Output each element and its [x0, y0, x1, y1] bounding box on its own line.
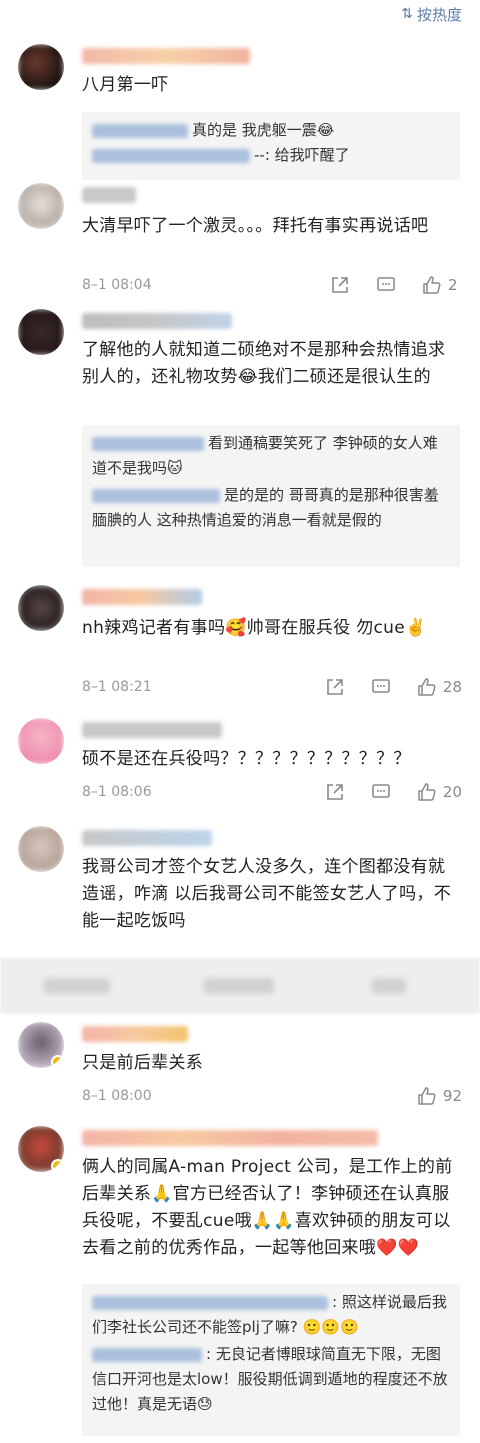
reply-item: : 无良记者博眼球简直无下限，无图信口开河也是太low！服役期低调到遁地的程度还…: [92, 1342, 450, 1417]
sort-toggle[interactable]: ⇅ 按热度: [0, 0, 480, 28]
reply-box[interactable]: 看到通稿要笑死了 李钟硕的女人难道不是我吗🐱 是的是的 哥哥真的是那种很害羞腼腆…: [82, 425, 460, 567]
comment-icon[interactable]: [371, 677, 391, 697]
reply-username-blurred: [92, 148, 250, 163]
reply-box[interactable]: 真的是 我虎躯一震😂 --: 给我吓醒了: [82, 112, 460, 180]
reply-box[interactable]: : 照这样说最后我们李社长公司还不能签plj了嘛? 🙂🙂🙂 : 无良记者博眼球简…: [82, 1284, 460, 1436]
avatar[interactable]: [18, 1022, 64, 1068]
verified-badge-icon: [51, 1055, 64, 1068]
comment-text: 八月第一吓: [82, 75, 169, 95]
username-blurred[interactable]: [82, 313, 232, 329]
like-icon[interactable]: [417, 782, 437, 802]
share-icon[interactable]: [330, 275, 350, 295]
avatar[interactable]: [18, 585, 64, 631]
reply-item: --: 给我吓醒了: [92, 143, 450, 168]
reply-item: 真的是 我虎躯一震😂: [92, 118, 450, 143]
like-count: 92: [442, 1087, 462, 1105]
verified-badge-icon: [51, 1159, 64, 1172]
comment-icon[interactable]: [371, 782, 391, 802]
reply-username-blurred: [92, 1347, 202, 1362]
username-blurred[interactable]: [82, 48, 250, 64]
comment-text: 硕不是还在兵役吗？？？？？？？？？？？: [82, 749, 411, 769]
comment-text: 我哥公司才签个女艺人没多久，连个图都没有就造谣，咋滴 以后我哥公司不能签女艺人了…: [82, 857, 452, 931]
comment-text: nh辣鸡记者有事吗🥰帅哥在服兵役 勿cue✌️: [82, 618, 427, 638]
avatar[interactable]: [18, 826, 64, 872]
comment-timestamp: 8–1 08:06: [82, 784, 152, 800]
comment-actions: 20: [299, 782, 462, 802]
username-blurred[interactable]: [82, 589, 202, 605]
username-blurred[interactable]: [82, 1026, 188, 1042]
comment-actions: 28: [299, 677, 462, 697]
reply-username-blurred: [92, 1295, 328, 1310]
reply-item: 看到通稿要笑死了 李钟硕的女人难道不是我吗🐱: [92, 431, 450, 481]
comment-text: 只是前后辈关系: [82, 1053, 204, 1073]
comment-actions: 92: [391, 1086, 462, 1106]
sort-label: 按热度: [416, 5, 462, 24]
sort-icon: ⇅: [401, 6, 413, 22]
like-count: 28: [442, 678, 462, 696]
avatar[interactable]: [18, 1126, 64, 1172]
comment-timestamp: 8–1 08:21: [82, 679, 152, 695]
like-icon[interactable]: [417, 677, 437, 697]
avatar[interactable]: [18, 183, 64, 229]
reply-text: --: 给我吓醒了: [254, 146, 350, 164]
share-icon[interactable]: [325, 677, 345, 697]
like-icon[interactable]: [417, 1086, 437, 1106]
comment-timestamp: 8–1 08:04: [82, 277, 152, 293]
reply-item: : 照这样说最后我们李社长公司还不能签plj了嘛? 🙂🙂🙂: [92, 1290, 450, 1340]
like-icon[interactable]: [422, 275, 442, 295]
avatar[interactable]: [18, 44, 64, 90]
like-count: 20: [442, 783, 462, 801]
comment-text: 大清早吓了一个激灵。。。拜托有事实再说话吧: [82, 216, 429, 236]
reply-item: 是的是的 哥哥真的是那种很害羞腼腆的人 这种热情追爱的消息一看就是假的: [92, 483, 450, 533]
share-icon[interactable]: [325, 782, 345, 802]
username-blurred[interactable]: [82, 1130, 378, 1146]
comment-icon[interactable]: [376, 275, 396, 295]
reply-username-blurred: [92, 488, 220, 503]
comment-actions: 2: [304, 275, 462, 295]
comment-text: 俩人的同属A-man Project 公司，是工作上的前后辈关系🙏官方已经否认了…: [82, 1157, 453, 1258]
reply-text: 真的是 我虎躯一震😂: [192, 121, 335, 139]
reply-username-blurred: [92, 123, 188, 138]
username-blurred[interactable]: [82, 187, 136, 203]
blurred-region: [0, 958, 480, 1014]
reply-username-blurred: [92, 436, 204, 451]
comment-text: 了解他的人就知道二硕绝对不是那种会热情追求别人的，还礼物攻势😂我们二硕还是很认生…: [82, 340, 446, 387]
comment-timestamp: 8–1 08:00: [82, 1088, 152, 1104]
avatar[interactable]: [18, 718, 64, 764]
like-count: 2: [448, 276, 458, 294]
username-blurred[interactable]: [82, 830, 212, 846]
avatar[interactable]: [18, 309, 64, 355]
username-blurred[interactable]: [82, 722, 222, 738]
